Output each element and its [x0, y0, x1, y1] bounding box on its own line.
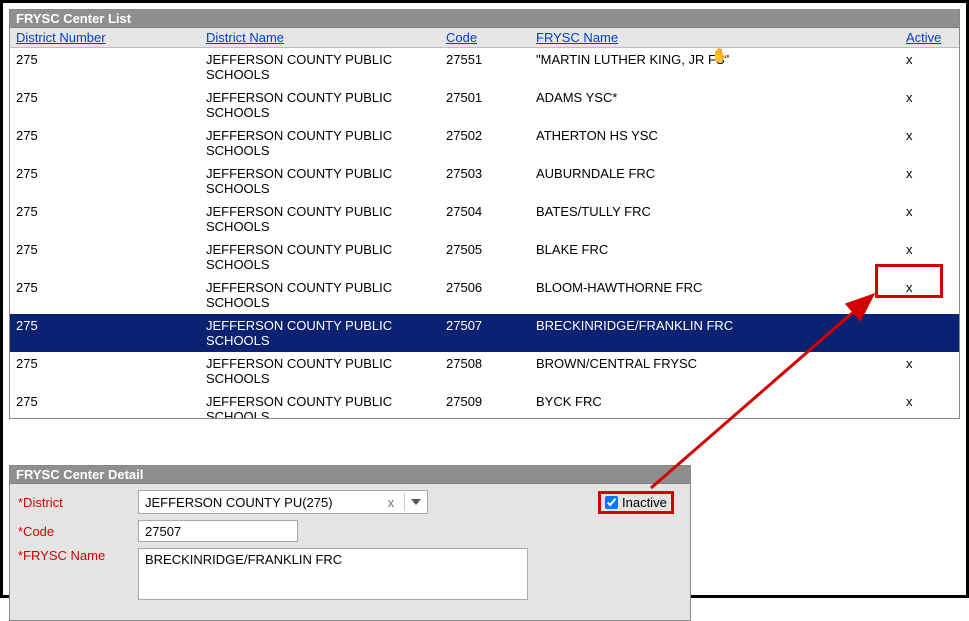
- detail-panel-title: FRYSC Center Detail: [10, 466, 690, 484]
- combo-divider: [404, 493, 405, 511]
- district-combobox-value: JEFFERSON COUNTY PU(275): [145, 495, 382, 510]
- table-row[interactable]: 275JEFFERSON COUNTY PUBLIC SCHOOLS27506B…: [10, 276, 959, 314]
- col-header-frysc-name[interactable]: FRYSC Name: [530, 28, 900, 47]
- cell-district-name: JEFFERSON COUNTY PUBLIC SCHOOLS: [200, 316, 440, 350]
- table-row[interactable]: 275JEFFERSON COUNTY PUBLIC SCHOOLS27505B…: [10, 238, 959, 276]
- table-row[interactable]: 275JEFFERSON COUNTY PUBLIC SCHOOLS27507B…: [10, 314, 959, 352]
- cell-active: x: [900, 278, 950, 297]
- cell-code: 27509: [440, 392, 530, 411]
- cell-frysc-name: "MARTIN LUTHER KING, JR FS": [530, 50, 900, 69]
- cell-code: 27504: [440, 202, 530, 221]
- cell-code: 27505: [440, 240, 530, 259]
- chevron-down-icon[interactable]: [411, 499, 421, 505]
- label-inactive: Inactive: [622, 495, 667, 510]
- cell-district-name: JEFFERSON COUNTY PUBLIC SCHOOLS: [200, 50, 440, 84]
- cell-frysc-name: BLAKE FRC: [530, 240, 900, 259]
- cell-code: 27507: [440, 316, 530, 335]
- cell-district-name: JEFFERSON COUNTY PUBLIC SCHOOLS: [200, 278, 440, 312]
- table-row[interactable]: 275JEFFERSON COUNTY PUBLIC SCHOOLS27504B…: [10, 200, 959, 238]
- cell-active: x: [900, 240, 950, 259]
- inactive-checkbox-group: Inactive: [598, 491, 674, 514]
- cell-district-number: 275: [10, 316, 200, 335]
- col-header-district-name[interactable]: District Name: [200, 28, 440, 47]
- cell-frysc-name: BYCK FRC: [530, 392, 900, 411]
- cell-code: 27508: [440, 354, 530, 373]
- table-row[interactable]: 275JEFFERSON COUNTY PUBLIC SCHOOLS27502A…: [10, 124, 959, 162]
- cell-district-number: 275: [10, 354, 200, 373]
- cell-frysc-name: BRECKINRIDGE/FRANKLIN FRC: [530, 316, 900, 335]
- cell-code: 27502: [440, 126, 530, 145]
- col-header-district-number[interactable]: District Number: [10, 28, 200, 47]
- cell-code: 27503: [440, 164, 530, 183]
- col-header-active[interactable]: Active: [900, 28, 950, 47]
- cell-district-number: 275: [10, 202, 200, 221]
- cell-code: 27506: [440, 278, 530, 297]
- cell-district-number: 275: [10, 240, 200, 259]
- cell-frysc-name: BATES/TULLY FRC: [530, 202, 900, 221]
- cell-district-number: 275: [10, 164, 200, 183]
- cell-active: x: [900, 164, 950, 183]
- cell-code: 27501: [440, 88, 530, 107]
- cell-district-name: JEFFERSON COUNTY PUBLIC SCHOOLS: [200, 354, 440, 388]
- cell-active: x: [900, 354, 950, 373]
- cell-frysc-name: ATHERTON HS YSC: [530, 126, 900, 145]
- cell-active: x: [900, 202, 950, 221]
- cell-district-name: JEFFERSON COUNTY PUBLIC SCHOOLS: [200, 392, 440, 418]
- cell-district-number: 275: [10, 88, 200, 107]
- cell-district-number: 275: [10, 126, 200, 145]
- list-scroll-area[interactable]: 275JEFFERSON COUNTY PUBLIC SCHOOLS27551"…: [10, 48, 959, 418]
- frysc-center-list-panel: FRYSC Center List District Number Distri…: [9, 9, 960, 419]
- label-frysc-name: *FRYSC Name: [18, 548, 138, 563]
- label-district: *District: [18, 495, 138, 510]
- cell-frysc-name: BROWN/CENTRAL FRYSC: [530, 354, 900, 373]
- table-row[interactable]: 275JEFFERSON COUNTY PUBLIC SCHOOLS27509B…: [10, 390, 959, 418]
- cell-active: x: [900, 50, 950, 69]
- cell-district-name: JEFFERSON COUNTY PUBLIC SCHOOLS: [200, 202, 440, 236]
- cell-active: x: [900, 392, 950, 411]
- col-header-code[interactable]: Code: [440, 28, 530, 47]
- label-code: *Code: [18, 524, 138, 539]
- cell-frysc-name: AUBURNDALE FRC: [530, 164, 900, 183]
- cell-district-name: JEFFERSON COUNTY PUBLIC SCHOOLS: [200, 240, 440, 274]
- cell-code: 27551: [440, 50, 530, 69]
- table-row[interactable]: 275JEFFERSON COUNTY PUBLIC SCHOOLS27508B…: [10, 352, 959, 390]
- table-row[interactable]: 275JEFFERSON COUNTY PUBLIC SCHOOLS27503A…: [10, 162, 959, 200]
- table-row[interactable]: 275JEFFERSON COUNTY PUBLIC SCHOOLS27501A…: [10, 86, 959, 124]
- cell-active: x: [900, 88, 950, 107]
- list-column-headers: District Number District Name Code FRYSC…: [10, 28, 959, 48]
- cell-frysc-name: ADAMS YSC*: [530, 88, 900, 107]
- list-panel-title: FRYSC Center List: [10, 10, 959, 28]
- cell-district-number: 275: [10, 278, 200, 297]
- clear-icon[interactable]: x: [382, 495, 400, 510]
- cell-active: [900, 316, 950, 320]
- cell-district-name: JEFFERSON COUNTY PUBLIC SCHOOLS: [200, 88, 440, 122]
- cell-active: x: [900, 126, 950, 145]
- table-row[interactable]: 275JEFFERSON COUNTY PUBLIC SCHOOLS27551"…: [10, 48, 959, 86]
- inactive-checkbox[interactable]: [605, 496, 618, 509]
- cell-district-number: 275: [10, 392, 200, 411]
- cell-frysc-name: BLOOM-HAWTHORNE FRC: [530, 278, 900, 297]
- cell-district-name: JEFFERSON COUNTY PUBLIC SCHOOLS: [200, 126, 440, 160]
- code-input[interactable]: [138, 520, 298, 542]
- cell-district-name: JEFFERSON COUNTY PUBLIC SCHOOLS: [200, 164, 440, 198]
- cell-district-number: 275: [10, 50, 200, 69]
- frysc-name-input[interactable]: [138, 548, 528, 600]
- district-combobox[interactable]: JEFFERSON COUNTY PU(275) x: [138, 490, 428, 514]
